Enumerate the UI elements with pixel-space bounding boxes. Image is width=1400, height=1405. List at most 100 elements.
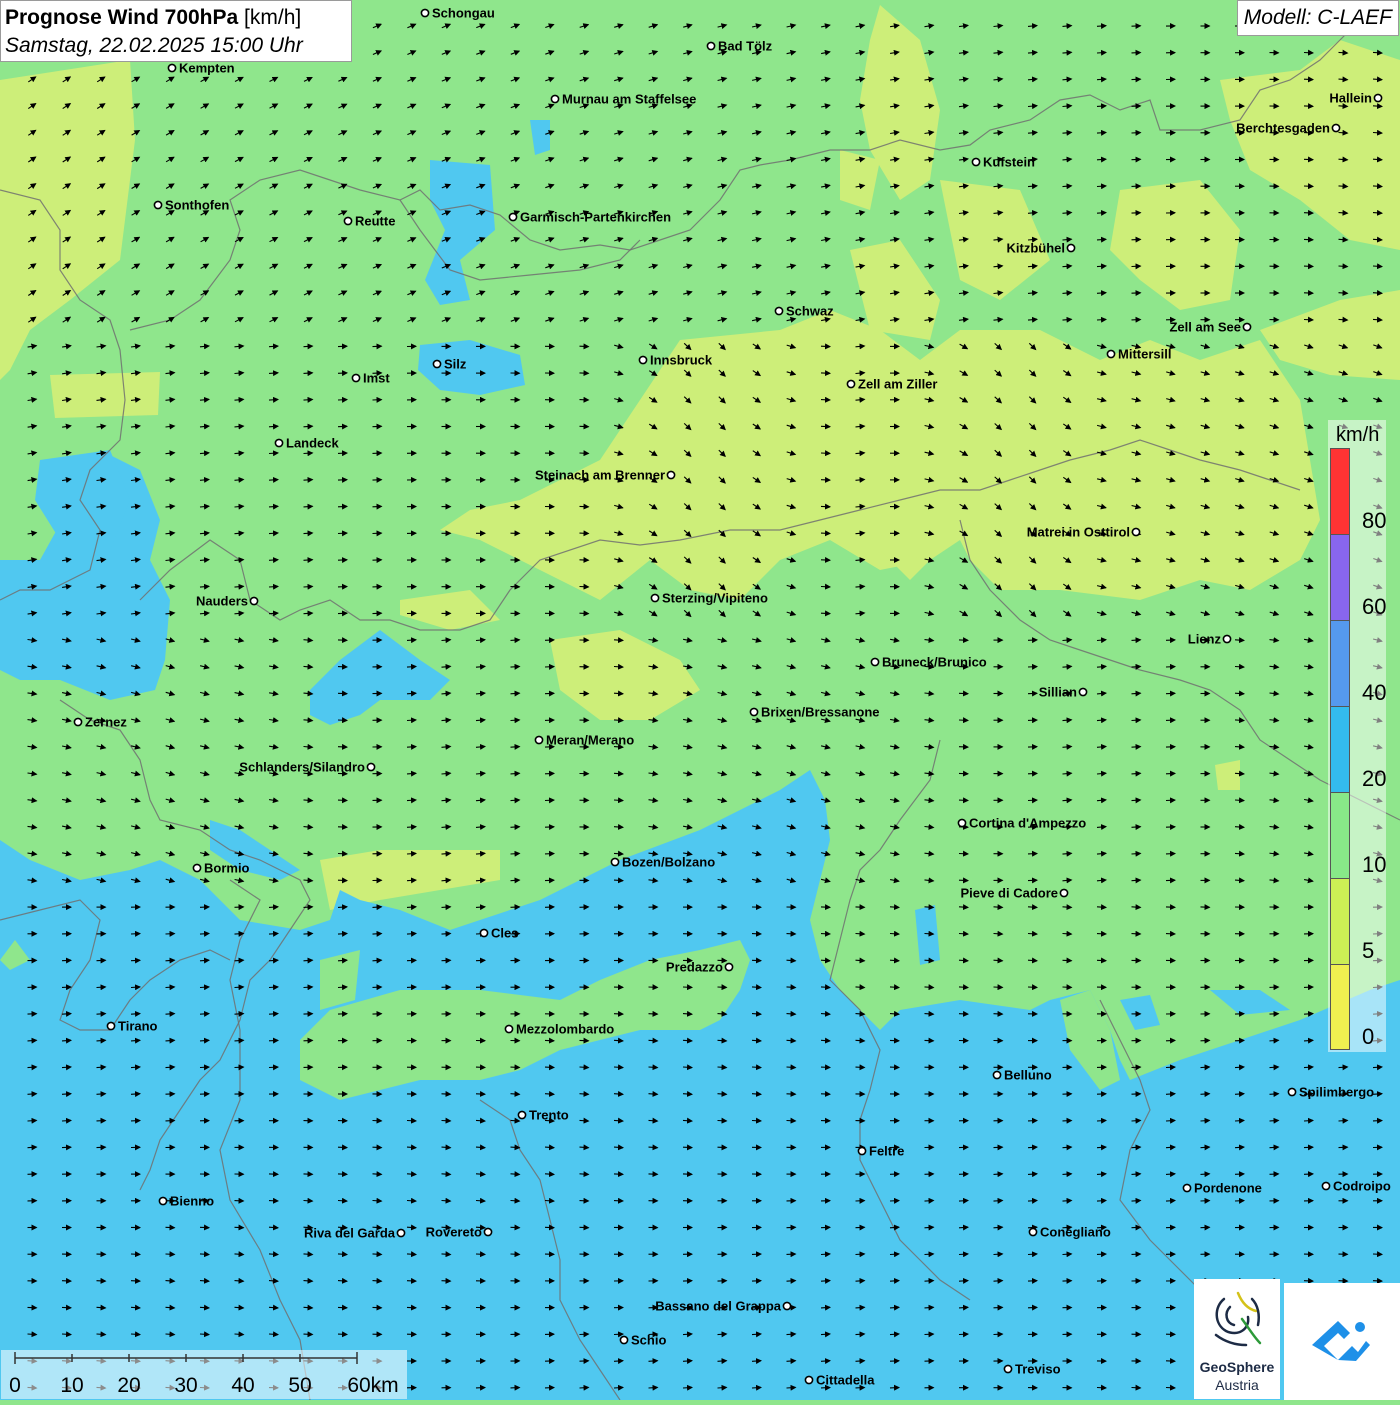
wind-arrow: [1235, 693, 1244, 694]
wind-arrow: [718, 1040, 727, 1041]
city-marker[interactable]: Cittadella: [805, 1373, 875, 1388]
city-marker[interactable]: Bad Tölz: [707, 39, 772, 54]
city-marker[interactable]: Bruneck/Brunico: [871, 655, 986, 670]
city-marker[interactable]: Bassano del Grappa: [655, 1299, 790, 1314]
wind-arrow: [235, 1014, 244, 1015]
wind-arrow: [683, 1094, 692, 1095]
city-marker[interactable]: Bozen/Bolzano: [611, 855, 715, 870]
city-dot: [707, 42, 714, 49]
city-label: Cles: [491, 926, 518, 941]
wind-arrow: [1304, 1014, 1313, 1015]
wind-arrow: [925, 1014, 934, 1015]
wind-arrow: [683, 1014, 692, 1015]
wind-arrow: [1132, 667, 1141, 668]
wind-arrow: [545, 1174, 554, 1175]
wind-arrow: [338, 934, 347, 935]
scale-label-30: 30: [174, 1374, 197, 1398]
city-marker[interactable]: Pieve di Cadore: [960, 886, 1067, 901]
wind-arrow: [235, 1307, 244, 1308]
wind-arrow: [97, 1334, 106, 1335]
city-dot: [352, 374, 359, 381]
wind-arrow: [166, 987, 175, 988]
city-label: Bassano del Grappa: [655, 1299, 781, 1314]
city-marker[interactable]: Sterzing/Vipiteno: [651, 591, 768, 606]
city-dot: [1029, 1228, 1036, 1235]
city-dot: [193, 864, 200, 871]
city-marker[interactable]: Schongau: [421, 6, 494, 21]
city-marker[interactable]: Codroipo: [1322, 1179, 1390, 1194]
city-marker[interactable]: Murnau am Staffelsee: [551, 92, 696, 107]
city-marker[interactable]: Pordenone: [1183, 1181, 1262, 1196]
city-dot: [958, 819, 965, 826]
wind-arrow: [62, 1040, 71, 1041]
city-label: Bienno: [170, 1194, 214, 1209]
city-dot: [871, 658, 878, 665]
wind-arrow: [1235, 827, 1244, 828]
wind-arrow: [994, 907, 1003, 908]
city-marker[interactable]: Innsbruck: [639, 353, 712, 368]
city-marker[interactable]: Matrei in Osttirol: [1027, 525, 1140, 540]
wind-arrow: [62, 1067, 71, 1068]
geosphere-logo-country: Austria: [1194, 1377, 1280, 1393]
city-marker[interactable]: Zell am See: [1169, 320, 1250, 335]
city-marker[interactable]: Riva del Garda: [304, 1226, 405, 1241]
city-dot: [775, 307, 782, 314]
partner-logo[interactable]: [1284, 1283, 1400, 1400]
wind-arrow: [1235, 747, 1244, 748]
legend-segment-80: [1330, 448, 1350, 535]
wind-arrow: [994, 960, 1003, 961]
city-label: Schongau: [432, 6, 495, 21]
city-marker[interactable]: Brixen/Bressanone: [750, 705, 879, 720]
city-marker[interactable]: Schlanders/Silandro: [239, 760, 374, 775]
wind-arrow: [97, 1067, 106, 1068]
city-marker[interactable]: Kitzbühel: [1007, 241, 1075, 256]
city-marker[interactable]: Spilimbergo: [1288, 1085, 1374, 1100]
wind-arrow: [269, 1014, 278, 1015]
city-dot: [480, 929, 487, 936]
city-dot: [509, 213, 516, 220]
city-marker[interactable]: Rovereto: [426, 1225, 492, 1240]
city-marker[interactable]: Cortina d'Ampezzo: [958, 816, 1086, 831]
wind-arrow: [338, 987, 347, 988]
city-label: Codroipo: [1333, 1179, 1391, 1194]
wind-arrow: [269, 1281, 278, 1282]
wind-arrow: [304, 506, 313, 507]
map-unit: [km/h]: [244, 6, 301, 29]
city-marker[interactable]: Meran/Merano: [535, 733, 634, 748]
wind-arrow: [269, 560, 278, 561]
geosphere-logo[interactable]: GeoSphere Austria: [1194, 1279, 1280, 1399]
city-label: Berchtesgaden: [1236, 121, 1330, 136]
city-marker[interactable]: Zell am Ziller: [847, 377, 937, 392]
city-marker[interactable]: Kempten: [168, 61, 234, 76]
city-label: Bozen/Bolzano: [622, 855, 715, 870]
city-label: Matrei in Osttirol: [1027, 525, 1130, 540]
wind-arrow: [959, 1201, 968, 1202]
city-marker[interactable]: Berchtesgaden: [1236, 121, 1340, 136]
wind-arrow: [1201, 1174, 1210, 1175]
city-label: Trento: [529, 1108, 569, 1123]
wind-arrow: [1132, 1147, 1141, 1148]
wind-arrow: [407, 1174, 416, 1175]
wind-arrow: [1097, 26, 1106, 27]
wind-arrow: [269, 346, 278, 347]
city-marker[interactable]: Mezzolombardo: [505, 1022, 614, 1037]
city-marker[interactable]: Garmisch-Partenkirchen: [509, 210, 671, 225]
wind-arrow: [1028, 1254, 1037, 1255]
city-marker[interactable]: Landeck: [275, 436, 339, 451]
city-marker[interactable]: Conegliano: [1029, 1225, 1110, 1240]
city-marker[interactable]: Sonthofen: [154, 198, 229, 213]
wind-arrow: [304, 1201, 313, 1202]
wind-arrow: [1097, 293, 1106, 294]
wind-arrow: [994, 1254, 1003, 1255]
wind-arrow: [614, 640, 623, 641]
wind-arrow: [856, 1014, 865, 1015]
wind-map[interactable]: Schongau Bad Tölz Kempten Murnau am Staffel…: [0, 0, 1400, 1400]
wind-arrow: [580, 1147, 589, 1148]
wind-arrow: [511, 1120, 520, 1121]
wind-arrow: [1339, 319, 1348, 320]
wind-arrow: [545, 1094, 554, 1095]
city-label: Pieve di Cadore: [960, 886, 1058, 901]
city-marker[interactable]: Steinach am Brenner: [535, 468, 675, 483]
legend-label-60: 60: [1362, 594, 1386, 620]
city-marker[interactable]: Predazzo: [666, 960, 733, 975]
